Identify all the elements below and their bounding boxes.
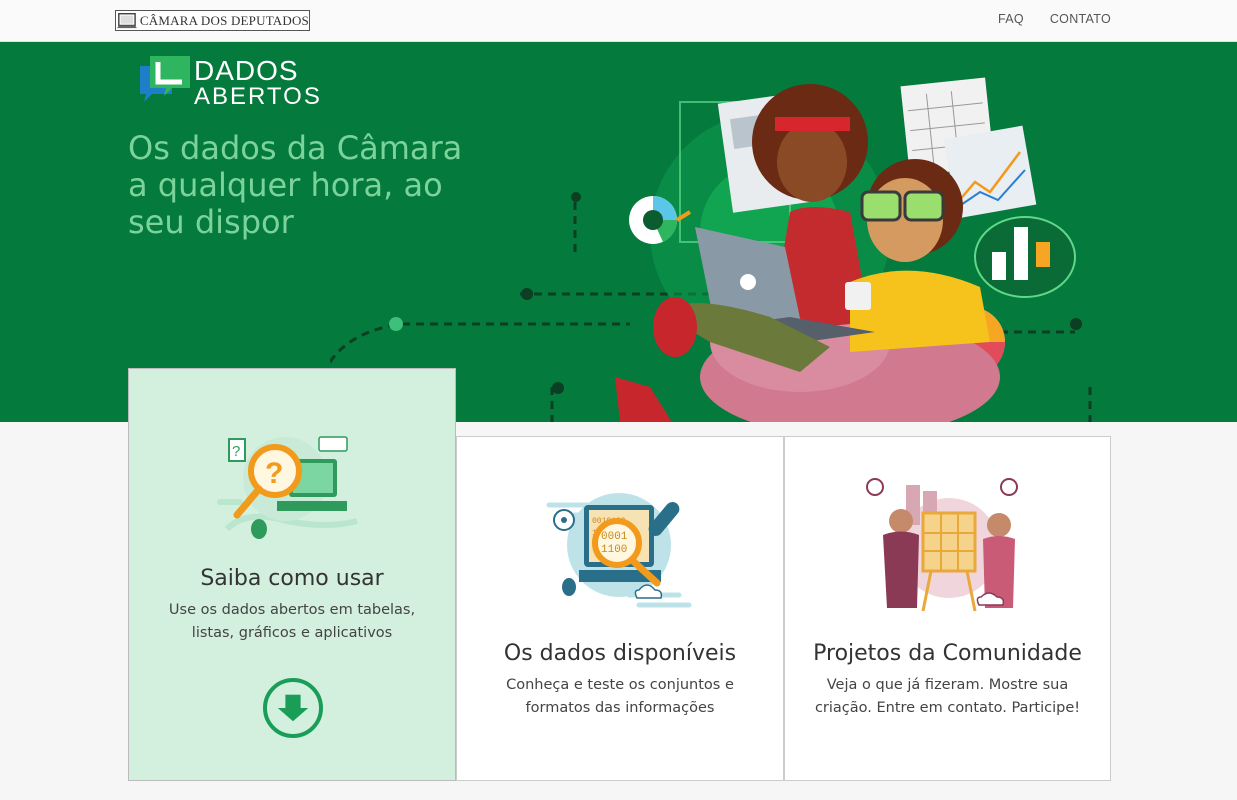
svg-text:0001: 0001 bbox=[601, 531, 628, 543]
card-description: Veja o que já fizeram. Mostre sua criaçã… bbox=[785, 674, 1110, 720]
hero-illustration bbox=[330, 77, 1092, 422]
camara-brand-link[interactable]: CÂMARA DOS DEPUTADOS bbox=[115, 10, 310, 31]
hero-banner: DADOS ABERTOS Os dados da Câmara a qualq… bbox=[0, 42, 1237, 422]
svg-text:?: ? bbox=[265, 457, 283, 490]
svg-text:?: ? bbox=[232, 443, 240, 460]
community-projects-icon bbox=[866, 478, 1018, 612]
svg-text:1100: 1100 bbox=[601, 544, 627, 556]
card-title: Saiba como usar bbox=[200, 566, 384, 591]
binary-data-icon: 0010100 1010011 0001 1100 bbox=[546, 493, 692, 608]
card-description-line2: criação. Entre em contato. Participe! bbox=[814, 700, 1081, 716]
dados-abertos-logo[interactable]: DADOS ABERTOS bbox=[138, 54, 328, 106]
logo-text-abertos: ABERTOS bbox=[194, 83, 322, 106]
coffee-mug-icon bbox=[845, 282, 871, 310]
nav-contato-link[interactable]: CONTATO bbox=[1050, 12, 1111, 26]
bar-chart-panel-icon bbox=[974, 216, 1076, 298]
card-title: Projetos da Comunidade bbox=[813, 641, 1082, 666]
card-projetos-comunidade[interactable]: Projetos da Comunidade Veja o que já fiz… bbox=[784, 436, 1111, 781]
card-description: Conheça e teste os conjuntos e formatos … bbox=[457, 674, 783, 720]
card-description-line2: listas, gráficos e aplicativos bbox=[191, 625, 393, 641]
card-dados-disponiveis[interactable]: 0010100 1010011 0001 1100 Os dados dispo… bbox=[456, 436, 784, 781]
card-description-line1: Veja o que já fizeram. Mostre sua bbox=[826, 677, 1069, 693]
top-bar: CÂMARA DOS DEPUTADOS FAQ CONTATO bbox=[0, 0, 1237, 42]
scroll-down-button[interactable] bbox=[263, 678, 323, 738]
logo-text-dados: DADOS bbox=[194, 55, 299, 86]
arrow-down-icon bbox=[277, 694, 309, 722]
card-saiba-como-usar[interactable]: ? ? Saiba como usar Use os dados abertos… bbox=[128, 368, 456, 781]
card-description-line1: Conheça e teste os conjuntos e bbox=[506, 677, 734, 693]
card-description-line2: formatos das informações bbox=[525, 700, 715, 716]
card-description: Use os dados abertos em tabelas, listas,… bbox=[129, 599, 455, 645]
card-title: Os dados disponíveis bbox=[503, 641, 737, 666]
magnifier-question-icon: ? ? bbox=[217, 436, 358, 539]
brand-text: CÂMARA DOS DEPUTADOS bbox=[139, 12, 309, 28]
top-nav: FAQ CONTATO bbox=[998, 12, 1111, 26]
feature-cards: ? ? Saiba como usar Use os dados abertos… bbox=[128, 368, 1111, 781]
camara-building-icon bbox=[117, 12, 137, 29]
card-description-line1: Use os dados abertos em tabelas, bbox=[168, 602, 416, 618]
nav-faq-link[interactable]: FAQ bbox=[998, 12, 1024, 26]
